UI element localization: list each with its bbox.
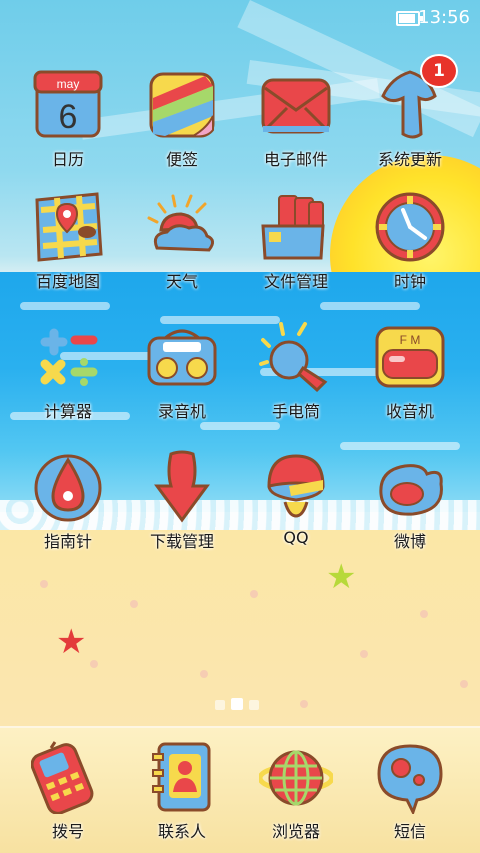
browser-icon <box>259 750 333 806</box>
app-clock[interactable]: 时钟 <box>353 190 467 310</box>
app-label: 计算器 <box>43 402 92 421</box>
app-email[interactable]: 电子邮件 <box>239 68 353 188</box>
app-compass[interactable]: 指南针 <box>11 450 125 570</box>
contacts-icon <box>152 742 211 812</box>
app-qq[interactable]: QQ <box>239 450 353 570</box>
app-system-update[interactable]: 系统更新 <box>353 68 467 188</box>
app-label: 天气 <box>165 272 198 291</box>
app-label: 微博 <box>393 532 426 551</box>
app-label: 指南针 <box>43 532 92 551</box>
notes-icon <box>149 72 215 138</box>
page-dot[interactable] <box>249 700 259 710</box>
app-label: 文件管理 <box>263 272 328 291</box>
dock-sms[interactable]: 短信 <box>353 740 467 853</box>
app-label: 短信 <box>393 822 426 841</box>
app-download-manager[interactable]: 下载管理 <box>125 450 239 570</box>
radio-icon: F M <box>375 326 445 388</box>
dock-contacts[interactable]: 联系人 <box>125 740 239 853</box>
weather-icon <box>147 194 214 252</box>
app-label: 系统更新 <box>377 150 442 169</box>
app-label: 百度地图 <box>35 272 100 291</box>
app-recorder[interactable]: 录音机 <box>125 320 239 440</box>
app-calendar[interactable]: 6 may 日历 <box>11 68 125 188</box>
app-weather[interactable]: 天气 <box>125 190 239 310</box>
app-notes[interactable]: 便签 <box>125 68 239 188</box>
compass-icon <box>34 454 102 522</box>
app-baidu-map[interactable]: 百度地图 <box>11 190 125 310</box>
app-label: 便签 <box>165 150 198 169</box>
recorder-icon <box>147 329 217 386</box>
email-icon <box>261 78 331 134</box>
app-calculator[interactable]: 计算器 <box>11 320 125 440</box>
calculator-icon <box>40 328 98 386</box>
dock-browser[interactable]: 浏览器 <box>239 740 353 853</box>
calendar-icon: 6 may <box>33 70 103 138</box>
page-dot-active[interactable] <box>231 698 243 710</box>
status-bar: 13:56 <box>0 0 480 36</box>
file-manager-icon <box>261 195 325 260</box>
app-label: 时钟 <box>393 272 426 291</box>
battery-icon <box>396 11 423 26</box>
app-label: 电子邮件 <box>263 150 328 169</box>
app-label: 下载管理 <box>149 532 214 551</box>
download-icon <box>154 450 210 523</box>
flashlight-icon <box>259 322 328 393</box>
app-label: 拨号 <box>51 822 84 841</box>
svg-text:F M: F M <box>400 333 421 347</box>
app-flashlight[interactable]: 手电筒 <box>239 320 353 440</box>
app-label: 浏览器 <box>271 822 320 841</box>
weibo-icon <box>379 464 443 516</box>
app-label: 手电筒 <box>271 402 320 421</box>
phone-icon <box>31 741 94 814</box>
home-screen: ★ ★ 13:56 6 may 日历 便签 电子邮件 系统更新 百度地图 天气 … <box>0 0 480 853</box>
app-label: QQ <box>283 528 309 547</box>
app-radio[interactable]: F M 收音机 <box>353 320 467 440</box>
clock-icon <box>375 192 445 262</box>
app-file-manager[interactable]: 文件管理 <box>239 190 353 310</box>
svg-text:may: may <box>57 77 80 91</box>
app-label: 联系人 <box>157 822 206 841</box>
svg-text:6: 6 <box>59 98 78 136</box>
sms-icon <box>377 744 443 814</box>
starfish-icon: ★ <box>56 622 87 662</box>
dock-phone[interactable]: 拨号 <box>11 740 125 853</box>
map-icon <box>35 192 103 262</box>
update-notification-badge: 1 <box>420 54 458 88</box>
app-weibo[interactable]: 微博 <box>353 450 467 570</box>
status-time: 13:56 <box>418 7 470 28</box>
app-label: 收音机 <box>385 402 434 421</box>
app-label: 日历 <box>51 150 84 169</box>
dock: 拨号 联系人 浏览器 短信 <box>0 726 480 853</box>
qq-icon <box>267 454 325 518</box>
page-indicator[interactable] <box>212 695 262 714</box>
page-dot[interactable] <box>215 700 225 710</box>
app-label: 录音机 <box>157 402 206 421</box>
